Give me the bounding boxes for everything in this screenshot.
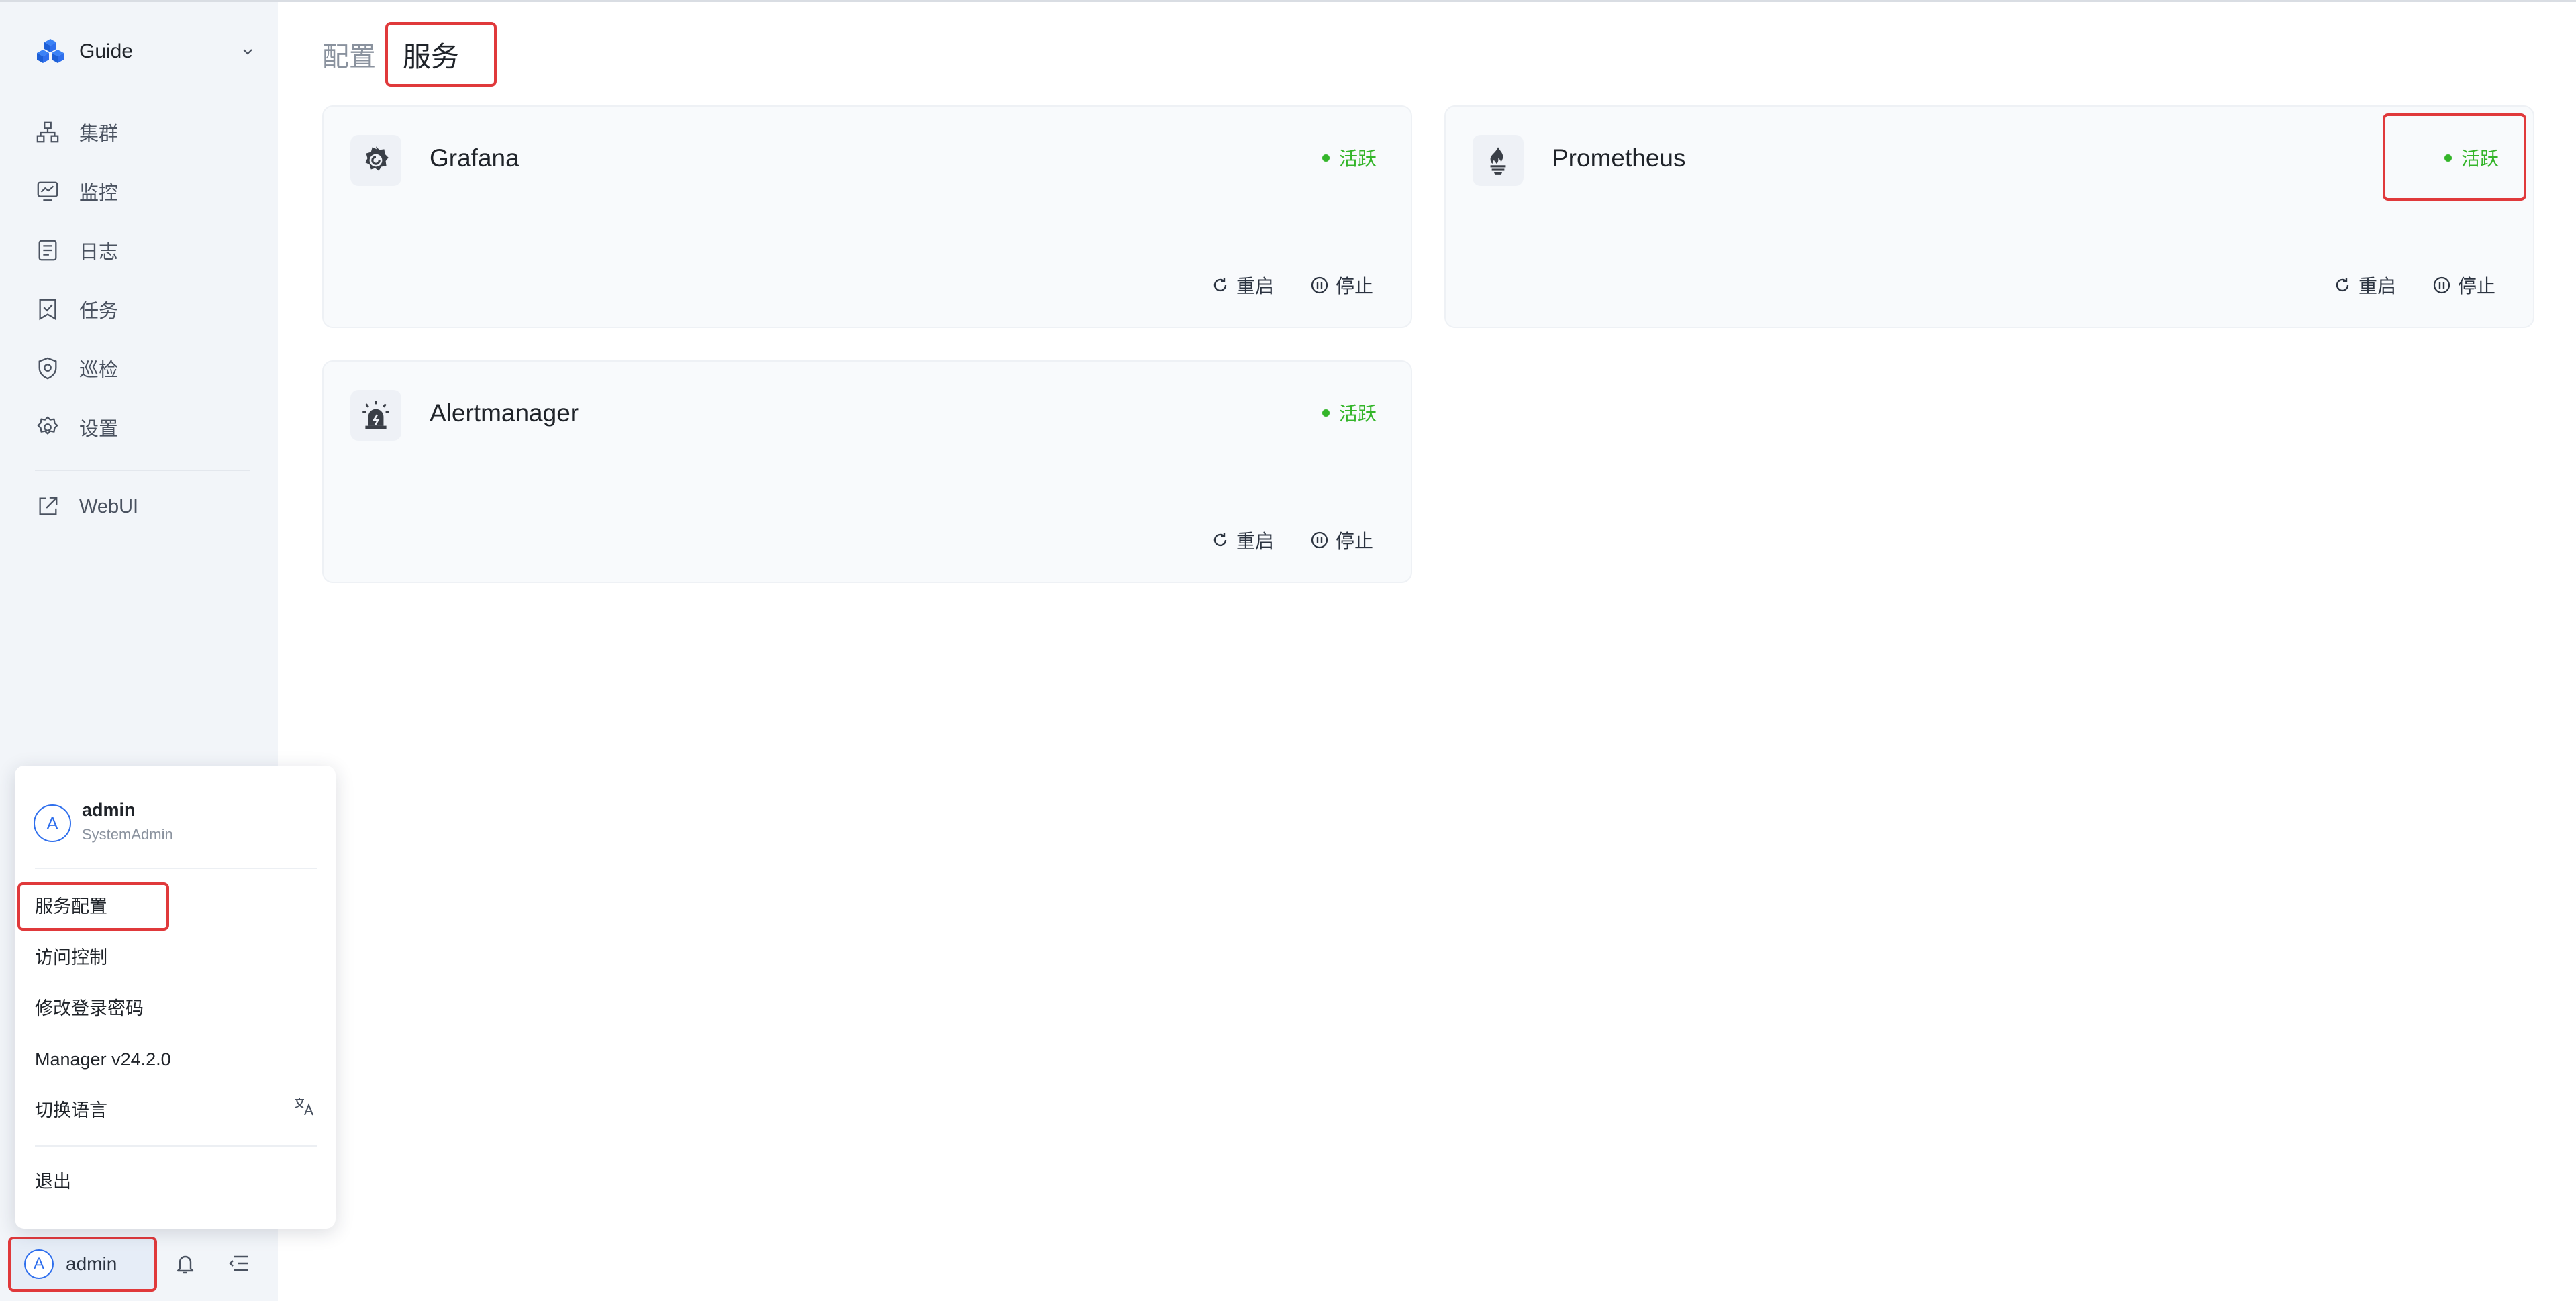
sidebar-webui-link[interactable]: WebUI bbox=[35, 477, 256, 536]
avatar: A bbox=[24, 1249, 54, 1279]
restart-label: 重启 bbox=[2359, 276, 2397, 297]
cubes-logo-icon bbox=[37, 39, 64, 63]
status-badge: 活跃 bbox=[1322, 399, 1377, 426]
menu-item-logout[interactable]: 退出 bbox=[35, 1161, 71, 1202]
service-name: Grafana bbox=[430, 144, 519, 172]
app-window: Guide 集群 监控 日志 任务 巡检 设置 WebUI A admin A … bbox=[0, 0, 2576, 1301]
chevron-down-icon bbox=[243, 49, 252, 55]
status-text: 活跃 bbox=[2461, 148, 2499, 169]
sidebar-item-cluster[interactable]: 集群 bbox=[35, 103, 256, 162]
refresh-icon bbox=[1213, 533, 1227, 547]
workspace-name: Guide bbox=[79, 40, 134, 62]
username-label: admin bbox=[66, 1253, 117, 1274]
menu-item-access-control[interactable]: 访问控制 bbox=[35, 937, 107, 978]
refresh-icon bbox=[1213, 278, 1227, 292]
workspace-switcher[interactable]: Guide bbox=[35, 32, 256, 72]
bell-icon[interactable] bbox=[170, 1249, 200, 1278]
sidebar-item-label: WebUI bbox=[79, 495, 139, 517]
status-badge: 活跃 bbox=[1322, 144, 1377, 171]
sidebar-footer: A admin bbox=[0, 1234, 278, 1301]
task-icon bbox=[35, 297, 60, 322]
service-card-prometheus: Prometheus 活跃 重启 停止 bbox=[1444, 105, 2534, 328]
prometheus-icon bbox=[1473, 135, 1524, 186]
sidebar-item-label: 设置 bbox=[79, 419, 119, 440]
translate-icon bbox=[295, 1098, 313, 1116]
stop-button[interactable]: 停止 bbox=[2432, 272, 2495, 299]
sidebar-item-webui[interactable]: WebUI bbox=[35, 477, 256, 536]
menu-item-switch-language[interactable]: 切换语言 bbox=[35, 1090, 107, 1131]
status-dot bbox=[2444, 154, 2452, 162]
cluster-icon bbox=[35, 119, 60, 145]
status-badge: 活跃 bbox=[2444, 144, 2499, 171]
stop-label: 停止 bbox=[2458, 276, 2496, 297]
restart-label: 重启 bbox=[1236, 531, 1275, 552]
sidebar-item-label: 任务 bbox=[79, 301, 119, 322]
breadcrumb-parent[interactable]: 配置 bbox=[322, 35, 376, 74]
grafana-icon bbox=[350, 135, 401, 186]
refresh-icon bbox=[2336, 278, 2349, 292]
restart-button[interactable]: 重启 bbox=[1211, 527, 1274, 554]
sidebar-item-label: 监控 bbox=[79, 183, 119, 204]
page-title: 服务 bbox=[403, 40, 460, 72]
avatar: A bbox=[34, 804, 71, 842]
pause-icon bbox=[1311, 276, 1328, 294]
menu-divider bbox=[35, 868, 317, 869]
status-text: 活跃 bbox=[1339, 148, 1377, 169]
status-dot bbox=[1322, 154, 1330, 162]
collapse-sidebar-icon[interactable] bbox=[224, 1249, 254, 1278]
sidebar-divider bbox=[35, 470, 250, 471]
sidebar-item-label: 巡检 bbox=[79, 360, 119, 381]
alarm-siren-icon bbox=[350, 390, 401, 441]
stop-button[interactable]: 停止 bbox=[1310, 527, 1373, 554]
restart-label: 重启 bbox=[1236, 276, 1275, 297]
menu-divider bbox=[35, 1145, 317, 1147]
gear-icon bbox=[35, 415, 60, 440]
sidebar-item-settings[interactable]: 设置 bbox=[35, 398, 256, 457]
stop-button[interactable]: 停止 bbox=[1310, 272, 1373, 299]
restart-button[interactable]: 重启 bbox=[2333, 272, 2396, 299]
stop-label: 停止 bbox=[1336, 276, 1374, 297]
log-icon bbox=[35, 238, 60, 263]
menu-item-service-config[interactable]: 服务配置 bbox=[35, 886, 107, 927]
sidebar-item-inspection[interactable]: 巡检 bbox=[35, 339, 256, 398]
user-role: SystemAdmin bbox=[82, 826, 173, 843]
highlight-box: 服务 bbox=[385, 22, 497, 87]
user-info: A admin SystemAdmin bbox=[34, 796, 173, 846]
service-card-grafana: Grafana 活跃 重启 停止 bbox=[322, 105, 1412, 328]
service-name: Alertmanager bbox=[430, 399, 579, 427]
menu-item-version: Manager v24.2.0 bbox=[35, 1049, 171, 1070]
menu-item-change-password[interactable]: 修改登录密码 bbox=[35, 988, 144, 1029]
status-dot bbox=[1322, 409, 1330, 417]
restart-button[interactable]: 重启 bbox=[1211, 272, 1274, 299]
external-link-icon bbox=[35, 494, 60, 519]
user-dropdown-menu: A admin SystemAdmin 服务配置 访问控制 修改登录密码 Man… bbox=[15, 766, 336, 1229]
sidebar-item-monitor[interactable]: 监控 bbox=[35, 162, 256, 221]
sidebar-item-label: 日志 bbox=[79, 242, 119, 263]
sidebar-item-label: 集群 bbox=[79, 123, 119, 145]
stop-label: 停止 bbox=[1336, 531, 1374, 552]
pause-icon bbox=[2433, 276, 2450, 294]
breadcrumb: 配置 服务 bbox=[322, 22, 497, 87]
service-card-alertmanager: Alertmanager 活跃 重启 停止 bbox=[322, 360, 1412, 583]
sidebar-item-task[interactable]: 任务 bbox=[35, 280, 256, 339]
sidebar-nav: 集群 监控 日志 任务 巡检 设置 bbox=[35, 103, 256, 457]
status-text: 活跃 bbox=[1339, 403, 1377, 424]
service-name: Prometheus bbox=[1552, 144, 1686, 172]
pause-icon bbox=[1311, 531, 1328, 549]
inspection-icon bbox=[35, 356, 60, 381]
monitor-icon bbox=[35, 178, 60, 204]
user-menu-button[interactable]: A admin bbox=[8, 1237, 157, 1292]
sidebar-item-log[interactable]: 日志 bbox=[35, 221, 256, 280]
user-name: admin bbox=[82, 800, 136, 820]
